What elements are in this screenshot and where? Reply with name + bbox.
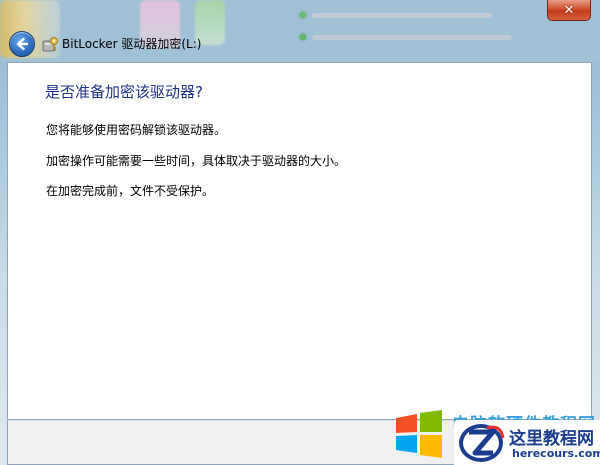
watermark-site-name: 这里教程网 (509, 429, 594, 449)
back-arrow-icon (16, 37, 29, 51)
title-bar (0, 0, 600, 62)
windows-logo-icon (396, 410, 442, 458)
paragraph-encryption-time: 加密操作可能需要一些时间，具体取决于驱动器的大小。 (46, 154, 347, 168)
watermark-site-url: herecours.com (512, 447, 600, 460)
paragraph-password-unlock: 您将能够使用密码解锁该驱动器。 (46, 123, 227, 137)
paragraph-files-unprotected: 在加密完成前，文件不受保护。 (46, 184, 215, 198)
page-heading: 是否准备加密该驱动器? (45, 83, 203, 101)
bitlocker-key-icon (42, 37, 58, 52)
watermark-badge: 这里教程网 herecours.com (454, 420, 600, 465)
close-button[interactable]: ✕ (547, 0, 591, 21)
window-title: BitLocker 驱动器加密(L:) (62, 37, 202, 51)
z-logo-icon (459, 424, 505, 462)
back-button[interactable] (9, 31, 35, 57)
content-panel: 是否准备加密该驱动器? 您将能够使用密码解锁该驱动器。 加密操作可能需要一些时间… (7, 62, 592, 420)
close-icon: ✕ (563, 2, 575, 18)
